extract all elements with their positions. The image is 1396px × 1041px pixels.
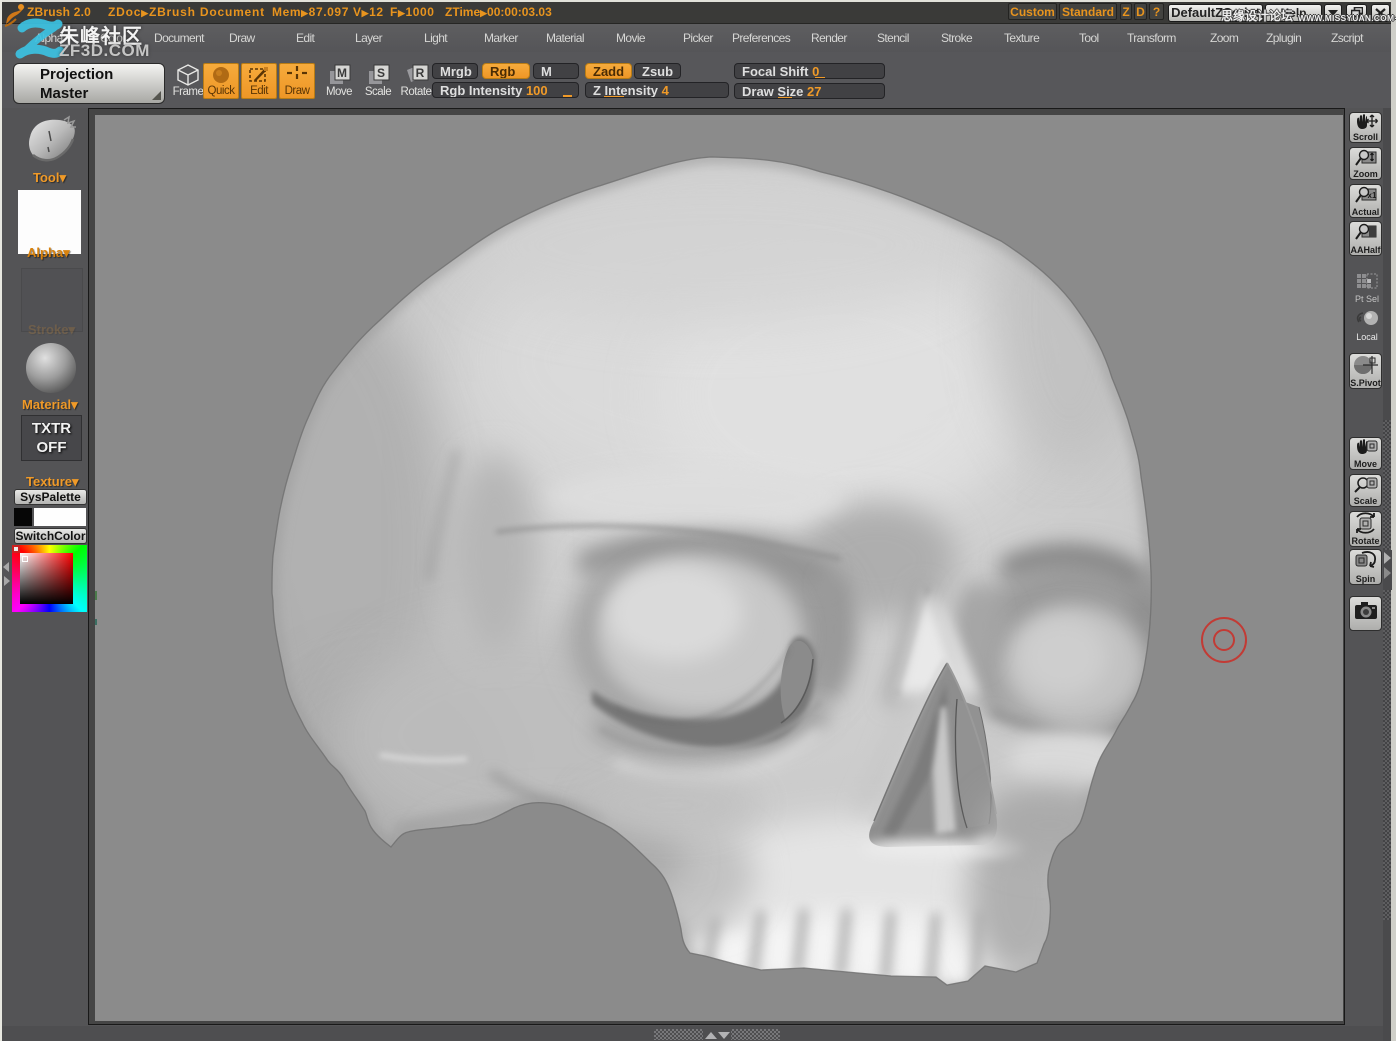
svg-text:R: R bbox=[416, 66, 425, 80]
svg-text:S: S bbox=[377, 66, 385, 80]
svg-text:M: M bbox=[337, 66, 347, 80]
svg-text:x1: x1 bbox=[1367, 191, 1376, 200]
